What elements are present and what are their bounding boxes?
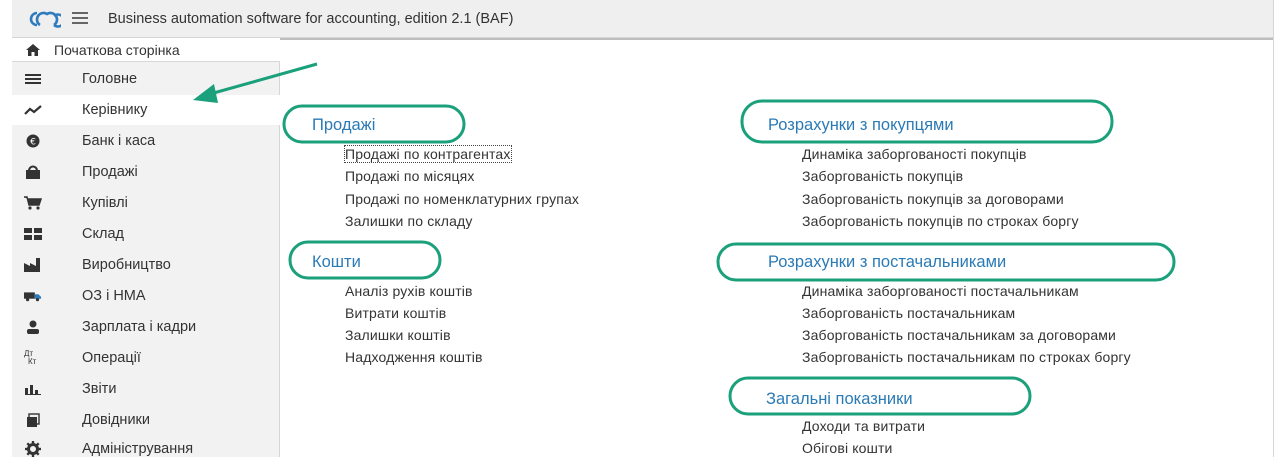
cart-icon <box>24 195 42 211</box>
hamburger-icon <box>24 71 42 87</box>
sidebar-item-label: Операції <box>82 350 141 366</box>
sidebar-item-bank[interactable]: € Банк і каса <box>12 126 280 156</box>
sidebar-item-reports[interactable]: Звіти <box>12 374 280 404</box>
sidebar-item-label: Адміністрування <box>82 441 194 457</box>
group-title-general-indicators: Загальні показники <box>766 390 913 408</box>
svg-text:€: € <box>30 138 36 148</box>
sidebar-item-catalogs[interactable]: Довідники <box>12 405 280 435</box>
sidebar: Початкова сторінка Головне Керівнику € Б… <box>12 38 280 457</box>
main-menu-button[interactable] <box>72 12 88 26</box>
sidebar-item-label: Зарплата і кадри <box>82 319 197 335</box>
sidebar-item-manager[interactable]: Керівнику <box>12 95 280 125</box>
report-link[interactable]: Надходження коштів <box>345 349 483 365</box>
sidebar-item-label: Продажі <box>82 164 138 180</box>
window-title: Business automation software for account… <box>108 11 514 27</box>
report-link[interactable]: Заборгованість покупців по строках боргу <box>802 213 1079 229</box>
report-link[interactable]: Продажі по місяцях <box>345 168 475 184</box>
window-right-border <box>1273 0 1274 457</box>
dt-kt-icon: Дт Кт <box>24 350 42 366</box>
coin-icon: € <box>24 133 42 149</box>
books-icon <box>24 412 42 428</box>
sidebar-item-label: Склад <box>82 226 124 242</box>
report-link[interactable]: Обігові кошти <box>802 440 893 456</box>
sidebar-item-administration[interactable]: Адміністрування <box>12 434 280 464</box>
sidebar-home-label: Початкова сторінка <box>54 42 180 58</box>
report-link[interactable]: Доходи та витрати <box>802 418 925 434</box>
bar-chart-icon <box>24 381 42 397</box>
kt-glyph: Кт <box>28 357 37 366</box>
hamburger-line <box>72 12 88 14</box>
hamburger-line <box>72 22 88 24</box>
warehouse-icon <box>24 226 42 242</box>
gear-icon <box>24 441 42 457</box>
report-link[interactable]: Заборгованість постачальникам за договор… <box>802 327 1116 343</box>
sidebar-item-label: ОЗ і НМА <box>82 288 146 304</box>
report-link[interactable]: Динаміка заборгованості постачальникам <box>802 283 1079 299</box>
sidebar-item-label: Головне <box>82 71 138 87</box>
sidebar-item-production[interactable]: Виробництво <box>12 250 280 280</box>
home-icon <box>26 44 40 56</box>
report-link[interactable]: Витрати коштів <box>345 305 446 321</box>
sidebar-item-label: Довідники <box>82 412 150 428</box>
title-bar: Business automation software for account… <box>12 0 1274 38</box>
sidebar-item-warehouse[interactable]: Склад <box>12 219 280 249</box>
sidebar-item-label: Купівлі <box>82 195 128 211</box>
shopping-bag-icon <box>24 164 42 180</box>
sidebar-item-label: Керівнику <box>82 102 148 118</box>
report-link[interactable]: Залишки по складу <box>345 213 473 229</box>
content-top-divider <box>280 38 1274 40</box>
sidebar-item-purchases[interactable]: Купівлі <box>12 188 280 218</box>
report-link[interactable]: Заборгованість постачальникам <box>802 305 1015 321</box>
factory-icon <box>24 257 42 273</box>
sidebar-item-main[interactable]: Головне <box>12 64 280 94</box>
report-link[interactable]: Заборгованість покупців за договорами <box>802 191 1064 207</box>
sidebar-item-label: Звіти <box>82 381 117 397</box>
group-title-sales: Продажі <box>312 116 376 134</box>
sidebar-home-item[interactable]: Початкова сторінка <box>12 38 280 62</box>
sidebar-item-label: Банк і каса <box>82 133 156 149</box>
report-link[interactable]: Заборгованість покупців <box>802 168 963 184</box>
group-title-supplier-settlements: Розрахунки з постачальниками <box>768 253 1007 271</box>
report-link[interactable]: Продажі по контрагентах <box>344 145 512 163</box>
hamburger-line <box>72 17 88 19</box>
sidebar-item-label: Виробництво <box>82 257 171 273</box>
trend-icon <box>24 102 42 118</box>
sidebar-item-operations[interactable]: Дт Кт Операції <box>12 343 280 373</box>
app-logo-icon <box>29 11 61 28</box>
person-icon <box>24 319 42 335</box>
sidebar-item-fixed-assets[interactable]: ОЗ і НМА <box>12 281 280 311</box>
group-title-funds: Кошти <box>312 253 361 271</box>
report-link[interactable]: Аналіз рухів коштів <box>345 283 473 299</box>
truck-icon <box>24 288 42 304</box>
sidebar-item-sales[interactable]: Продажі <box>12 157 280 187</box>
report-link[interactable]: Заборгованість постачальникам по строках… <box>802 349 1131 365</box>
sidebar-item-payroll[interactable]: Зарплата і кадри <box>12 312 280 342</box>
report-link[interactable]: Залишки коштів <box>345 327 451 343</box>
group-title-customer-settlements: Розрахунки з покупцями <box>768 116 954 134</box>
report-link[interactable]: Динаміка заборгованості покупців <box>802 146 1027 162</box>
report-link[interactable]: Продажі по номенклатурних групах <box>345 191 579 207</box>
